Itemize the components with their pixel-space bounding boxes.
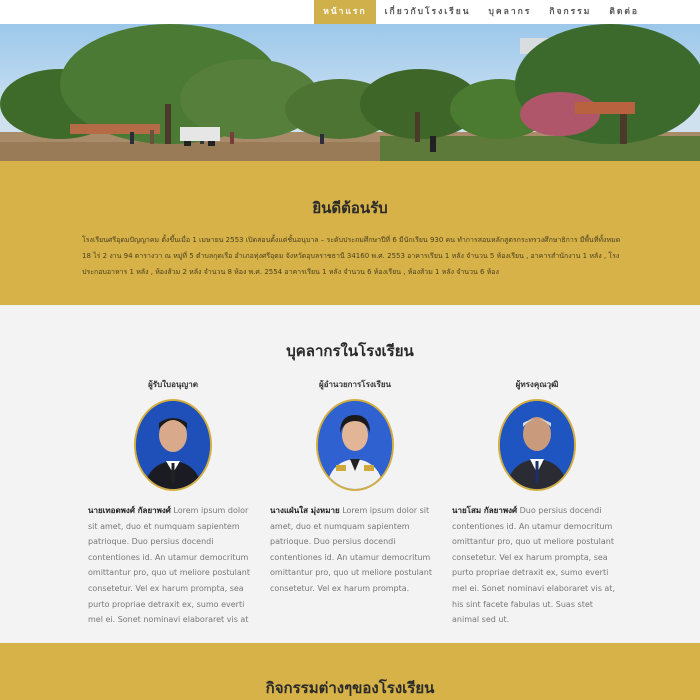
- staff-description: นายโสม กัลยาพงศ์ Duo persius docendi con…: [452, 503, 622, 628]
- nav-item-about[interactable]: เกี่ยวกับโรงเรียน: [376, 0, 480, 24]
- nav-item-activities[interactable]: กิจกรรม: [540, 0, 600, 24]
- staff-bio: Duo persius docendi contentiones id. An …: [452, 506, 615, 625]
- hero-school-photo: [0, 24, 700, 161]
- top-navbar: หน้าแรก เกี่ยวกับโรงเรียน บุคลากร กิจกรร…: [0, 0, 700, 24]
- welcome-section: ยินดีต้อนรับ โรงเรียนศรีอุดมปัญญาคม ตั้ง…: [0, 161, 700, 305]
- nav-item-contact[interactable]: ติดต่อ: [600, 0, 648, 24]
- staff-bio: Lorem ipsum dolor sit amet, duo et numqu…: [270, 506, 433, 593]
- staff-name: นางแฝ่นใส มุ่งหมาย: [270, 506, 340, 515]
- staff-section: บุคลากรในโรงเรียน ผู้รับใบอนุญาต นายเทอด…: [0, 305, 700, 643]
- staff-role: ผู้ทรงคุณวุฒิ: [515, 380, 559, 389]
- staff-title: บุคลากรในโรงเรียน: [286, 342, 414, 360]
- school-grounds-image: [0, 24, 700, 161]
- staff-card-director: ผู้อำนวยการโรงเรียน นางแฝ่นใส มุ่งหมาย L…: [270, 379, 440, 597]
- main-nav: หน้าแรก เกี่ยวกับโรงเรียน บุคลากร กิจกรร…: [314, 0, 648, 24]
- staff-portrait: [316, 399, 394, 491]
- staff-role: ผู้รับใบอนุญาต: [148, 380, 198, 389]
- staff-bio: Lorem ipsum dolor sit amet, duo et numqu…: [88, 506, 251, 625]
- staff-name: นายโสม กัลยาพงศ์: [452, 506, 518, 515]
- welcome-title: ยินดีต้อนรับ: [312, 199, 388, 217]
- activities-section: กิจกรรมต่างๆของโรงเรียน: [0, 643, 700, 700]
- staff-description: นางแฝ่นใส มุ่งหมาย Lorem ipsum dolor sit…: [270, 503, 440, 597]
- staff-role: ผู้อำนวยการโรงเรียน: [319, 380, 391, 389]
- staff-portrait: [134, 399, 212, 491]
- welcome-paragraph: โรงเรียนศรีอุดมปัญญาคม ตั้งขึ้นเมื่อ 1 เ…: [82, 236, 621, 276]
- nav-item-home[interactable]: หน้าแรก: [314, 0, 376, 24]
- staff-name: นายเทอดพงศ์ กัลยาพงศ์: [88, 506, 171, 515]
- staff-description: นายเทอดพงศ์ กัลยาพงศ์ Lorem ipsum dolor …: [88, 503, 258, 628]
- staff-card-licensee: ผู้รับใบอนุญาต นายเทอดพงศ์ กัลยาพงศ์ Lor…: [88, 379, 258, 628]
- staff-card-expert: ผู้ทรงคุณวุฒิ นายโสม กัลยาพงศ์ Duo persi…: [452, 379, 622, 628]
- staff-portrait: [498, 399, 576, 491]
- nav-item-staff[interactable]: บุคลากร: [480, 0, 541, 24]
- activities-title: กิจกรรมต่างๆของโรงเรียน: [265, 679, 435, 697]
